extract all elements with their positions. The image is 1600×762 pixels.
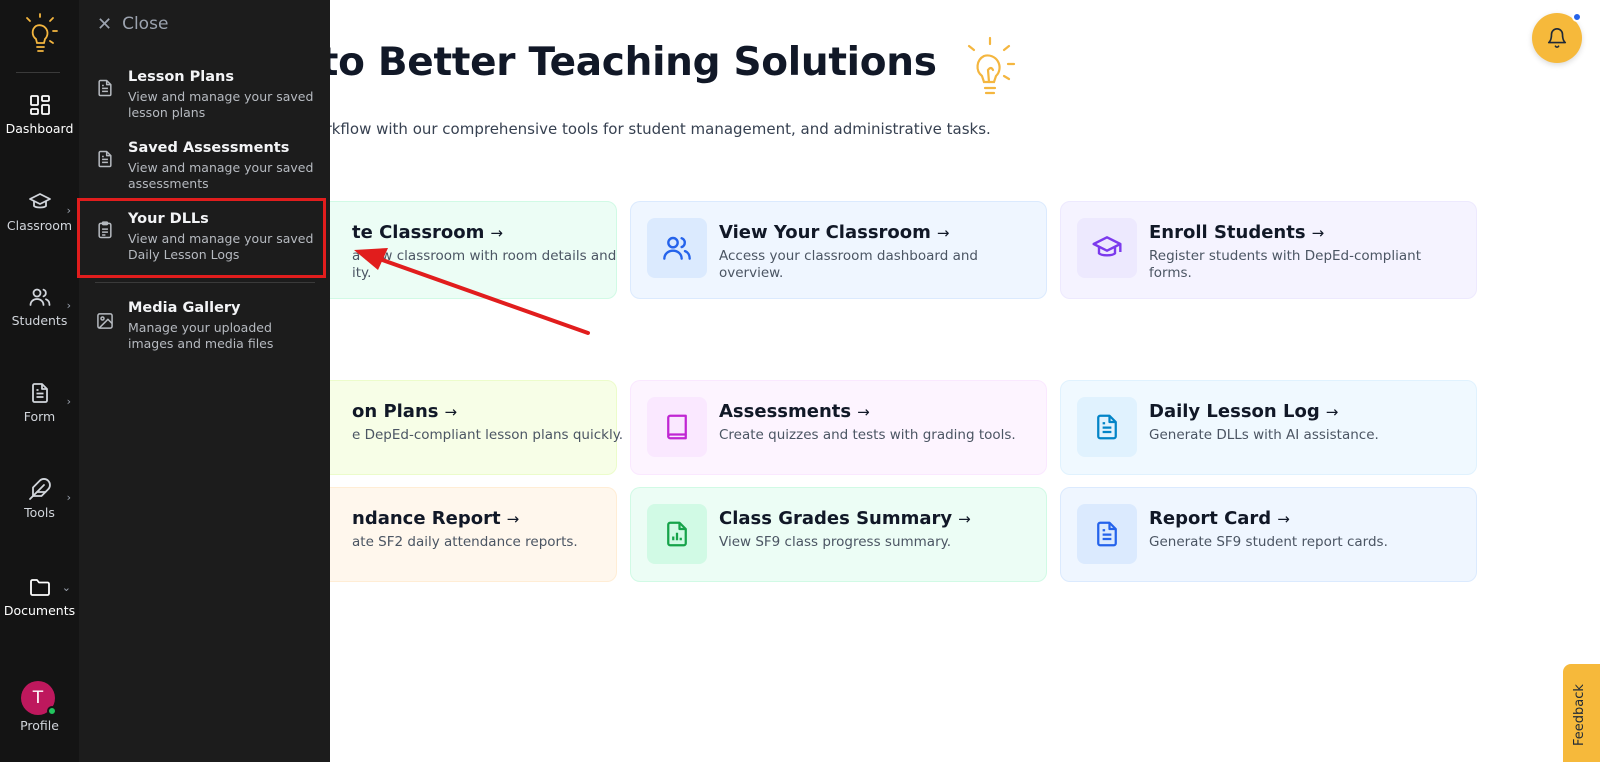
drawer-item-desc: View and manage your saved assessments <box>128 160 314 191</box>
file-text-icon <box>31 383 48 403</box>
rail-classroom[interactable]: Classroom › <box>0 190 79 252</box>
arrow-right-icon: → <box>1311 224 1325 242</box>
arrow-right-icon: → <box>444 403 458 421</box>
card-description: Create quizzes and tests with grading to… <box>719 427 1016 443</box>
card-description: Generate SF9 student report cards. <box>1149 534 1388 550</box>
report-card-card[interactable]: Report Card → Generate SF9 student report… <box>1060 487 1477 582</box>
arrow-right-icon: → <box>1325 403 1339 421</box>
card-title: Assessments → <box>719 401 870 422</box>
card-description: Generate DLLs with AI assistance. <box>1149 427 1379 443</box>
chevron-right-icon: › <box>66 204 71 217</box>
annotation-arrow <box>354 248 590 335</box>
enroll-students-card[interactable]: Enroll Students → Register students with … <box>1060 201 1477 299</box>
drawer-item-lesson-plans[interactable]: Lesson Plans View and manage your saved … <box>79 69 330 135</box>
feedback-label: Feedback <box>1572 684 1587 746</box>
arrow-right-icon: → <box>1277 510 1290 528</box>
document-icon <box>98 79 112 97</box>
chevron-down-icon: ⌄ <box>61 581 71 594</box>
rail-label: Tools <box>24 505 55 520</box>
card-description: Register students with DepEd-compliant f… <box>1149 248 1422 281</box>
profile-label[interactable]: Profile <box>0 718 79 733</box>
lightbulb-icon <box>967 36 1016 95</box>
drawer-item-title: Saved Assessments <box>128 140 290 156</box>
users-icon <box>647 218 707 278</box>
documents-drawer: ✕ Close Lesson Plans View and manage you… <box>79 0 330 762</box>
card-description: ate SF2 daily attendance reports. <box>352 534 578 550</box>
card-title: Daily Lesson Log → <box>1149 401 1339 422</box>
arrow-right-icon: → <box>857 403 870 421</box>
drawer-item-saved-assessments[interactable]: Saved Assessments View and manage your s… <box>79 140 330 206</box>
users-icon <box>29 288 50 306</box>
feedback-tab[interactable]: Feedback <box>1563 664 1600 762</box>
chevron-right-icon: › <box>66 395 71 408</box>
chevron-right-icon: › <box>66 491 71 504</box>
document-icon <box>98 150 112 168</box>
view-classroom-card[interactable]: View Your Classroom → Access your classro… <box>630 201 1047 299</box>
rail-label: Documents <box>3 603 76 618</box>
online-status-dot <box>47 706 57 716</box>
rail-label: Classroom <box>6 218 73 233</box>
graduation-cap-icon <box>1077 218 1137 278</box>
card-description: Access your classroom dashboard and over… <box>719 248 978 281</box>
chevron-right-icon: › <box>66 299 71 312</box>
close-label: Close <box>122 14 169 34</box>
file-text-icon <box>1077 397 1137 457</box>
hero-subtitle: eaching workflow with our comprehensive … <box>240 120 991 138</box>
arrow-right-icon: → <box>936 224 950 242</box>
assessments-card[interactable]: Assessments → Create quizzes and tests wi… <box>630 380 1047 475</box>
class-grades-summary-card[interactable]: Class Grades Summary → View SF9 class pro… <box>630 487 1047 582</box>
drawer-item-media-gallery[interactable]: Media Gallery Manage your uploaded image… <box>79 300 330 366</box>
card-title: Enroll Students → <box>1149 222 1325 243</box>
hero-title: me to Better Teaching Solutions <box>240 40 937 85</box>
arrow-right-icon: → <box>506 510 520 528</box>
file-text-icon <box>1077 504 1137 564</box>
close-icon: ✕ <box>97 13 113 35</box>
graduation-cap-icon <box>28 193 51 209</box>
feather-icon <box>28 478 51 500</box>
drawer-item-desc: Manage your uploaded images and media fi… <box>128 320 274 351</box>
drawer-item-title: Lesson Plans <box>128 69 235 85</box>
notification-dot <box>1572 12 1582 22</box>
rail-form[interactable]: Form › <box>0 381 79 443</box>
rail-tools[interactable]: Tools › <box>0 477 79 539</box>
drawer-divider <box>95 282 315 283</box>
bell-icon <box>1547 28 1567 48</box>
rail-label: Students <box>11 313 68 328</box>
drawer-item-desc: View and manage your saved lesson plans <box>128 89 314 120</box>
app-logo <box>26 13 58 52</box>
card-title: ndance Report → <box>352 508 520 529</box>
rail-dashboard[interactable]: Dashboard <box>0 93 79 155</box>
book-icon <box>647 397 707 457</box>
daily-lesson-log-card[interactable]: Daily Lesson Log → Generate DLLs with AI … <box>1060 380 1477 475</box>
card-title: Report Card → <box>1149 508 1290 529</box>
rail-label: Dashboard <box>5 121 74 136</box>
card-title: on Plans → <box>352 401 458 422</box>
drawer-item-title: Media Gallery <box>128 300 241 316</box>
rail-label: Form <box>23 409 56 424</box>
page: me to Better Teaching Solutions eaching … <box>0 0 1600 762</box>
rail-divider <box>16 72 60 73</box>
image-icon <box>97 313 113 329</box>
dashboard-icon <box>29 95 50 115</box>
annotation-highlight-box <box>77 198 326 278</box>
card-title: View Your Classroom → <box>719 222 950 243</box>
rail-documents[interactable]: Documents ⌄ <box>0 575 79 637</box>
close-button[interactable]: ✕ Close <box>97 12 168 36</box>
rail-students[interactable]: Students › <box>0 285 79 347</box>
folder-icon <box>29 579 50 596</box>
card-description: View SF9 class progress summary. <box>719 534 951 550</box>
card-title: Class Grades Summary → <box>719 508 971 529</box>
icon-rail: Dashboard Classroom › Students › Form › … <box>0 0 79 762</box>
file-chart-icon <box>647 504 707 564</box>
arrow-right-icon: → <box>958 510 971 528</box>
